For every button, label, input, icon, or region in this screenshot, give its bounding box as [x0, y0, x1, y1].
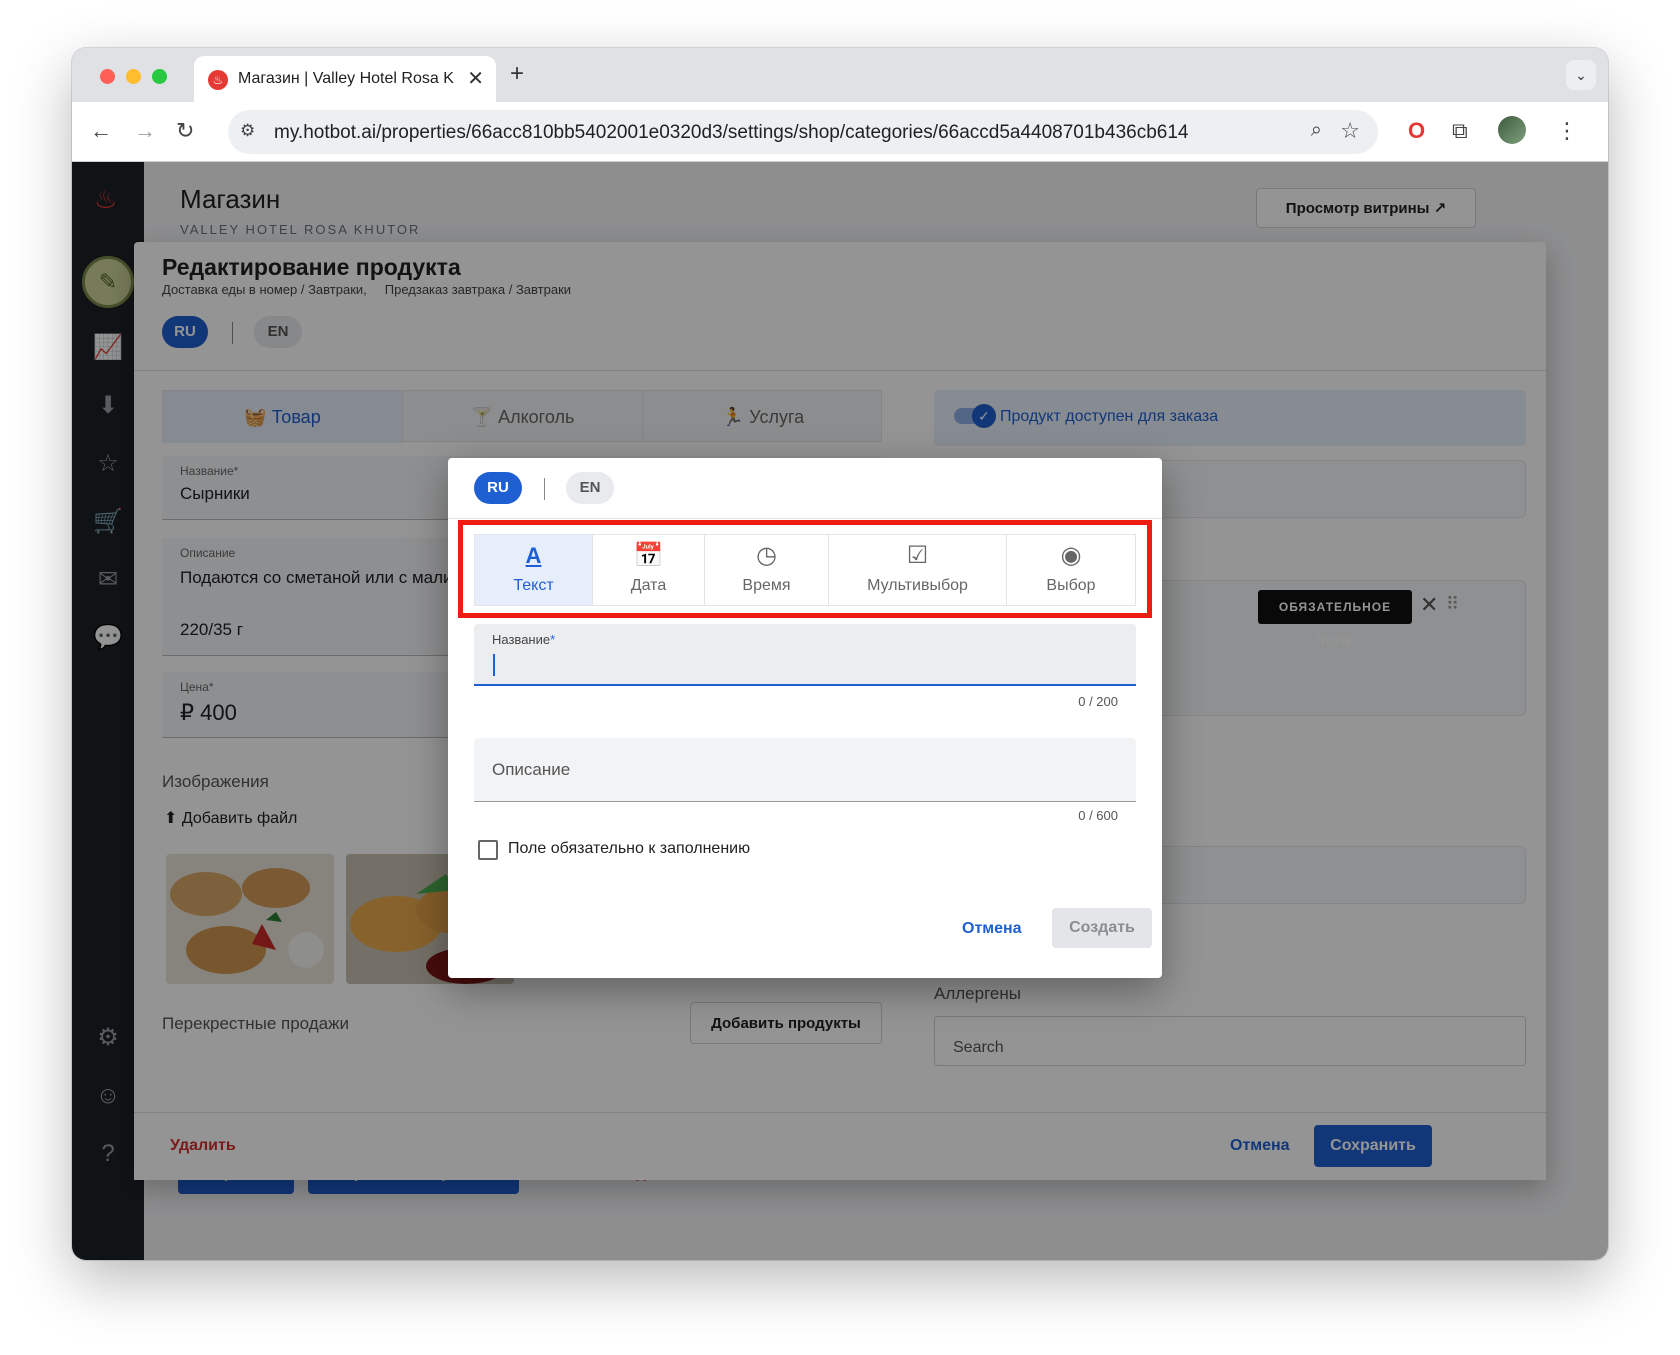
field-type-label: Текст: [513, 577, 554, 594]
address-bar[interactable]: ⚙ my.hotbot.ai/properties/66acc810bb5402…: [228, 110, 1378, 154]
back-icon[interactable]: ←: [90, 118, 112, 144]
field-description-input[interactable]: Описание: [474, 738, 1136, 802]
profile-avatar[interactable]: [1498, 116, 1526, 144]
close-tab-icon[interactable]: ✕: [467, 66, 484, 91]
required-checkbox-label[interactable]: Поле обязательно к заполнению: [508, 840, 750, 858]
minimize-window-button[interactable]: [126, 69, 141, 84]
add-field-modal: RU EN A Текст 📅 Дата ◷ Время ☑ Мультивыб…: [448, 458, 1162, 978]
forward-icon[interactable]: →: [134, 118, 156, 144]
field-type-text[interactable]: A Текст: [475, 535, 593, 605]
field-type-time[interactable]: ◷ Время: [705, 535, 829, 605]
description-placeholder: Описание: [492, 760, 571, 779]
name-char-counter: 0 / 200: [1078, 694, 1118, 709]
radio-button-icon: ◉: [1060, 542, 1082, 569]
field-type-select[interactable]: ◉ Выбор: [1007, 535, 1135, 605]
field-type-label: Выбор: [1046, 577, 1096, 594]
calendar-icon: 📅: [633, 542, 664, 569]
text-format-icon: A: [525, 543, 542, 568]
url-text[interactable]: my.hotbot.ai/properties/66acc810bb540200…: [274, 122, 1188, 144]
zoom-icon[interactable]: ⌕: [1311, 119, 1322, 142]
page-viewport: ♨ ✎ 📈 ⬇ ☆ 🛒 ✉ 💬 ⚙ ☺ ? Магазин VALLEY HOT…: [72, 162, 1608, 1260]
clock-icon: ◷: [756, 542, 777, 569]
field-name-label: Название*: [492, 632, 555, 647]
new-tab-button[interactable]: +: [510, 60, 524, 88]
text-cursor: [493, 654, 495, 676]
label-text: Название: [492, 632, 551, 647]
site-settings-icon[interactable]: ⚙: [240, 121, 255, 141]
bookmark-star-icon[interactable]: ☆: [1340, 118, 1360, 144]
extensions-icon[interactable]: ⧉: [1452, 118, 1468, 144]
maximize-window-button[interactable]: [152, 69, 167, 84]
field-type-tabs: A Текст 📅 Дата ◷ Время ☑ Мультивыбор ◉ В…: [474, 534, 1136, 606]
browser-menu-icon[interactable]: ⋮: [1556, 118, 1578, 144]
description-char-counter: 0 / 600: [1078, 808, 1118, 823]
field-type-date[interactable]: 📅 Дата: [593, 535, 705, 605]
required-mark: *: [550, 632, 556, 647]
reload-icon[interactable]: ↻: [176, 118, 194, 144]
modal-create-button[interactable]: Создать: [1052, 908, 1152, 948]
required-checkbox[interactable]: [478, 840, 498, 860]
tab-search-button[interactable]: ⌄: [1566, 60, 1596, 90]
field-type-multiselect[interactable]: ☑ Мультивыбор: [829, 535, 1007, 605]
browser-window: ♨ Магазин | Valley Hotel Rosa K ✕ + ⌄ ← …: [72, 48, 1608, 1260]
modal-lang-en-pill[interactable]: EN: [566, 472, 614, 504]
checkbox-icon: ☑: [906, 542, 929, 569]
lang-divider: [544, 478, 545, 500]
divider: [448, 518, 1162, 519]
field-name-input[interactable]: Название*: [474, 624, 1136, 686]
opera-extension-icon[interactable]: O: [1408, 118, 1425, 144]
tab-title: Магазин | Valley Hotel Rosa K: [238, 70, 454, 87]
tab-bar: ♨ Магазин | Valley Hotel Rosa K ✕ + ⌄: [72, 48, 1608, 102]
modal-cancel-button[interactable]: Отмена: [962, 920, 1022, 938]
browser-tab[interactable]: ♨ Магазин | Valley Hotel Rosa K ✕: [194, 56, 496, 102]
modal-lang-ru-pill[interactable]: RU: [474, 472, 522, 504]
field-type-label: Время: [742, 577, 791, 594]
field-type-label: Мультивыбор: [867, 577, 968, 594]
field-type-label: Дата: [630, 577, 667, 594]
browser-toolbar: ← → ↻ ⚙ my.hotbot.ai/properties/66acc810…: [72, 102, 1608, 162]
close-window-button[interactable]: [100, 69, 115, 84]
hotbot-favicon-icon: ♨: [208, 70, 228, 90]
